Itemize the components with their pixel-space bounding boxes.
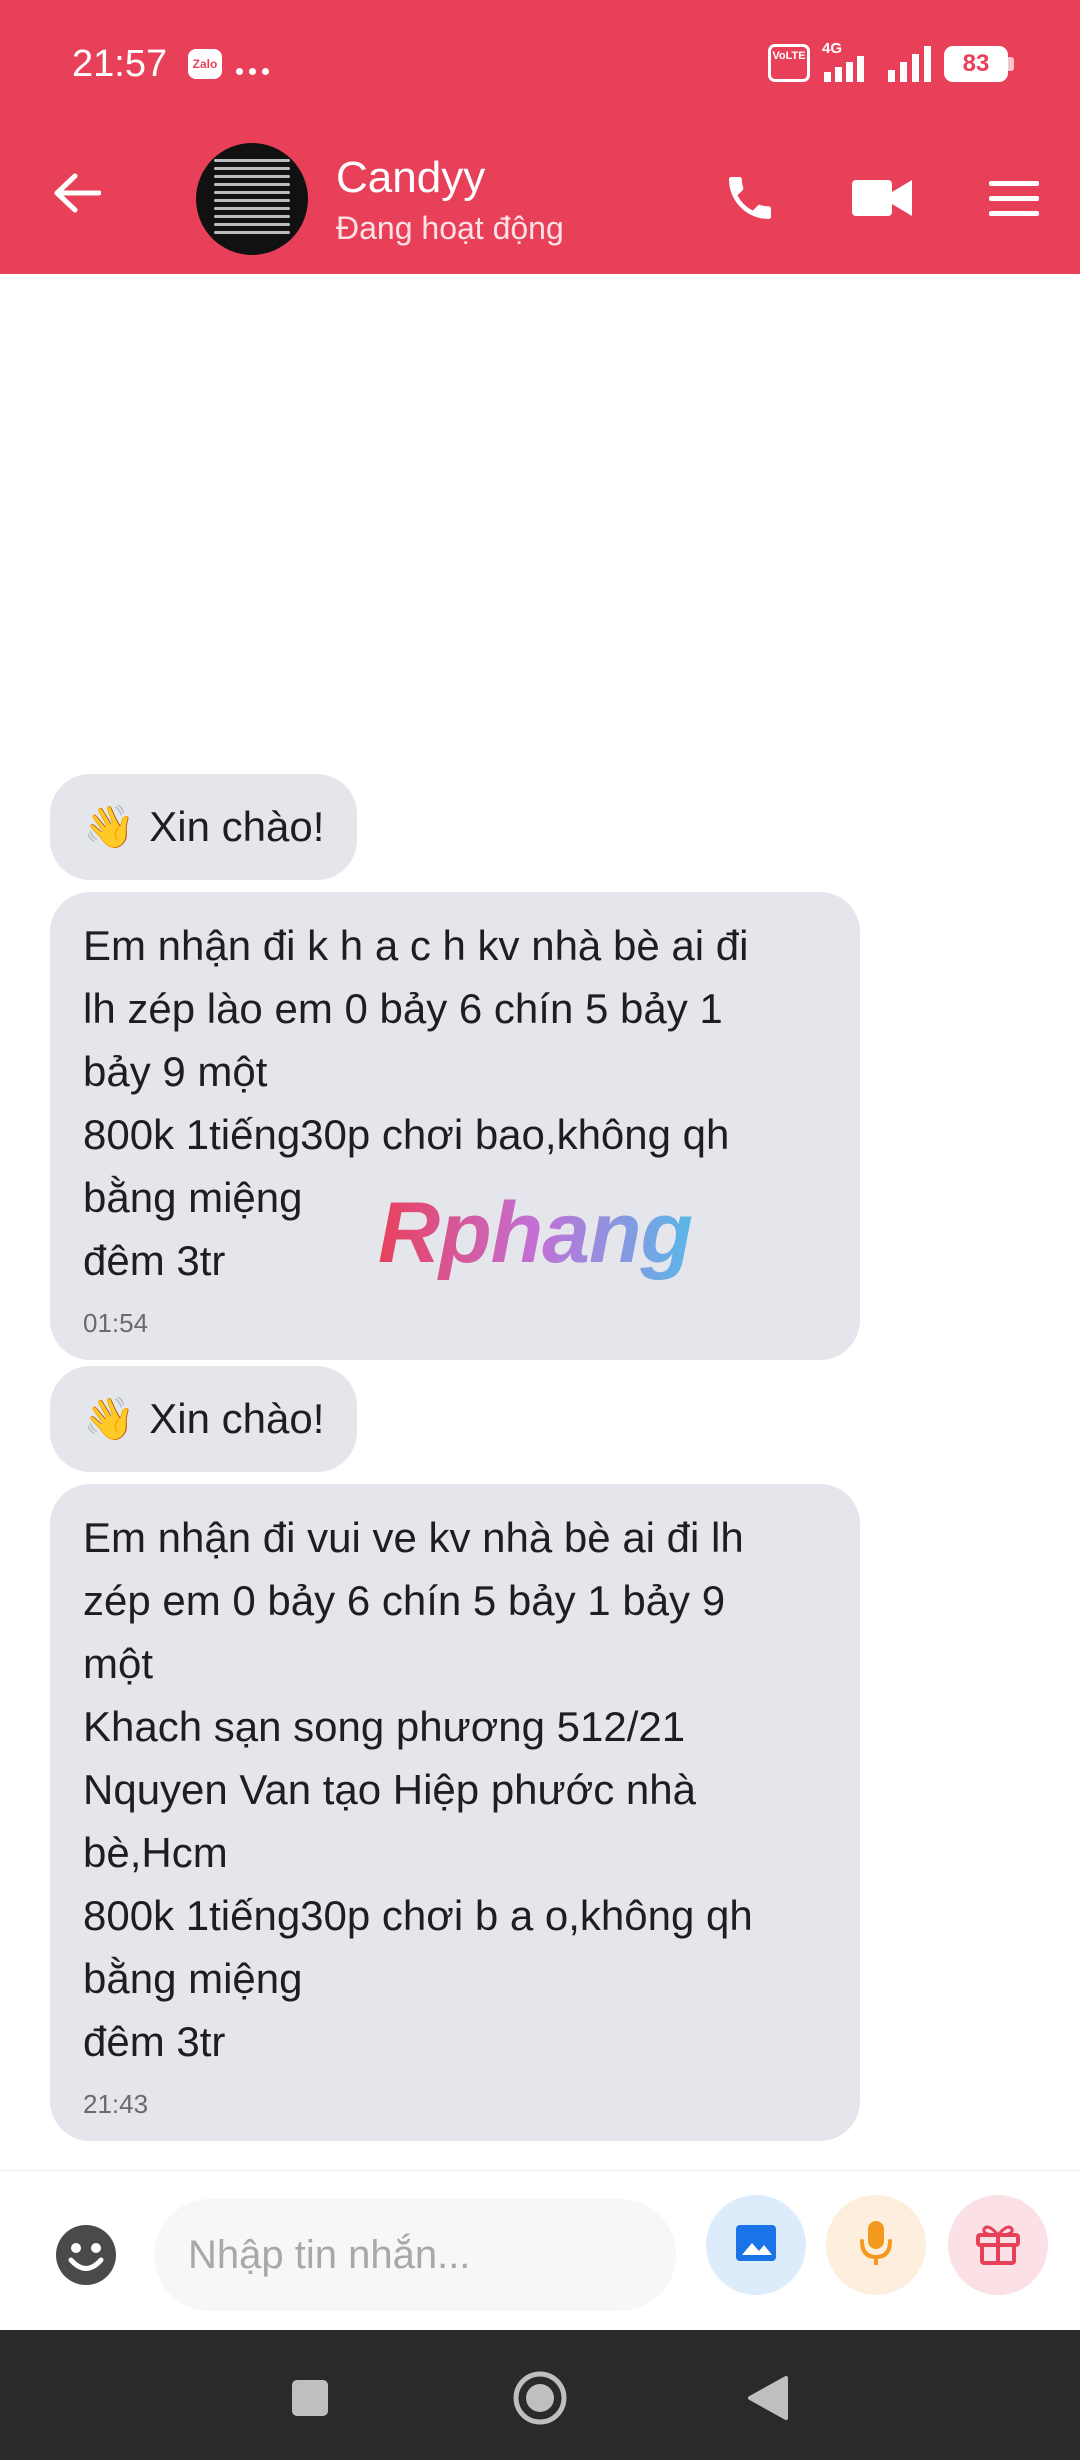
message-line: Em nhận đi k h a c h kv nhà bè ai đi [83, 922, 749, 969]
battery-level: 83 [962, 50, 990, 77]
message-line: bảy 9 một [83, 1048, 268, 1095]
contact-name[interactable]: Candyy [336, 152, 485, 204]
message-line: Em nhận đi vui ve kv nhà bè ai đi lh [83, 1514, 744, 1561]
message-line: bè,Hcm [83, 1829, 228, 1876]
message-input-bar [0, 2170, 1080, 2330]
message-line: zép em 0 bảy 6 chín 5 bảy 1 bảy 9 [83, 1577, 726, 1624]
message-timestamp: 21:43 [83, 2089, 149, 2119]
system-navigation-bar [0, 2330, 1080, 2460]
home-button[interactable] [500, 2360, 580, 2440]
message-bubble[interactable]: Em nhận đi k h a c h kv nhà bè ai đi lh … [50, 892, 860, 1360]
back-button[interactable] [42, 160, 112, 230]
menu-button[interactable] [974, 160, 1054, 240]
network-type-label: 4G [822, 40, 843, 57]
voice-message-button[interactable] [826, 2195, 926, 2295]
signal-strength-icon-2 [888, 46, 934, 82]
back-nav-button[interactable] [728, 2360, 808, 2440]
contact-avatar[interactable] [196, 143, 308, 255]
message-line: một [83, 1640, 154, 1687]
battery-icon: 83 [944, 46, 1008, 82]
message-line: Khach sạn song phương 512/21 [83, 1703, 686, 1750]
square-icon [290, 2378, 330, 2423]
circle-icon [512, 2370, 568, 2431]
waving-hand-icon: 👋 [83, 1394, 136, 1442]
waving-hand-icon: 👋 [83, 802, 136, 850]
contact-status: Đang hoạt động [336, 210, 564, 246]
message-line: bằng miệng [83, 1955, 303, 2002]
arrow-left-icon [53, 173, 102, 218]
watermark-logo: Rphang [378, 1185, 693, 1281]
voice-call-button[interactable] [710, 160, 790, 240]
status-time: 21:57 [72, 43, 168, 85]
greeting-text: Xin chào! [149, 1395, 325, 1442]
greeting-bubble[interactable]: 👋 Xin chào! [50, 774, 358, 880]
emoji-button[interactable] [54, 2223, 118, 2287]
video-camera-icon [852, 176, 912, 225]
gift-button[interactable] [948, 2195, 1048, 2295]
message-line: Nquyen Van tạo Hiệp phước nhà [83, 1766, 696, 1813]
microphone-icon [858, 2219, 894, 2272]
zalo-notification-icon: Zalo [188, 49, 222, 79]
hamburger-menu-icon [987, 178, 1041, 223]
image-icon [734, 2223, 778, 2268]
greeting-bubble[interactable]: 👋 Xin chào! [50, 1366, 358, 1472]
greeting-text: Xin chào! [149, 803, 325, 850]
message-line: đêm 3tr [83, 2018, 226, 2065]
triangle-back-icon [746, 2374, 790, 2427]
message-bubble[interactable]: Em nhận đi vui ve kv nhà bè ai đi lh zép… [50, 1484, 860, 2141]
avatar-text-image [214, 159, 290, 239]
message-line: 800k 1tiếng30p chơi bao,không qh [83, 1111, 730, 1158]
volte-icon: VoLTE [768, 44, 810, 82]
message-line: lh zép lào em 0 bảy 6 chín 5 bảy 1 [83, 985, 723, 1032]
recent-apps-button[interactable] [270, 2360, 350, 2440]
message-timestamp: 01:54 [83, 1308, 149, 1338]
message-line: 800k 1tiếng30p chơi b a o,không qh [83, 1892, 753, 1939]
gift-icon [974, 2221, 1022, 2270]
more-notifications-icon [236, 62, 275, 80]
smiley-icon [54, 2225, 118, 2291]
send-image-button[interactable] [706, 2195, 806, 2295]
signal-strength-icon [824, 56, 874, 82]
phone-icon [722, 170, 778, 231]
video-call-button[interactable] [842, 160, 922, 240]
battery-tip [1008, 57, 1014, 71]
app-header: 21:57 Zalo VoLTE 4G 83 Candyy Đang hoạt … [0, 0, 1080, 274]
message-input[interactable] [154, 2199, 676, 2311]
